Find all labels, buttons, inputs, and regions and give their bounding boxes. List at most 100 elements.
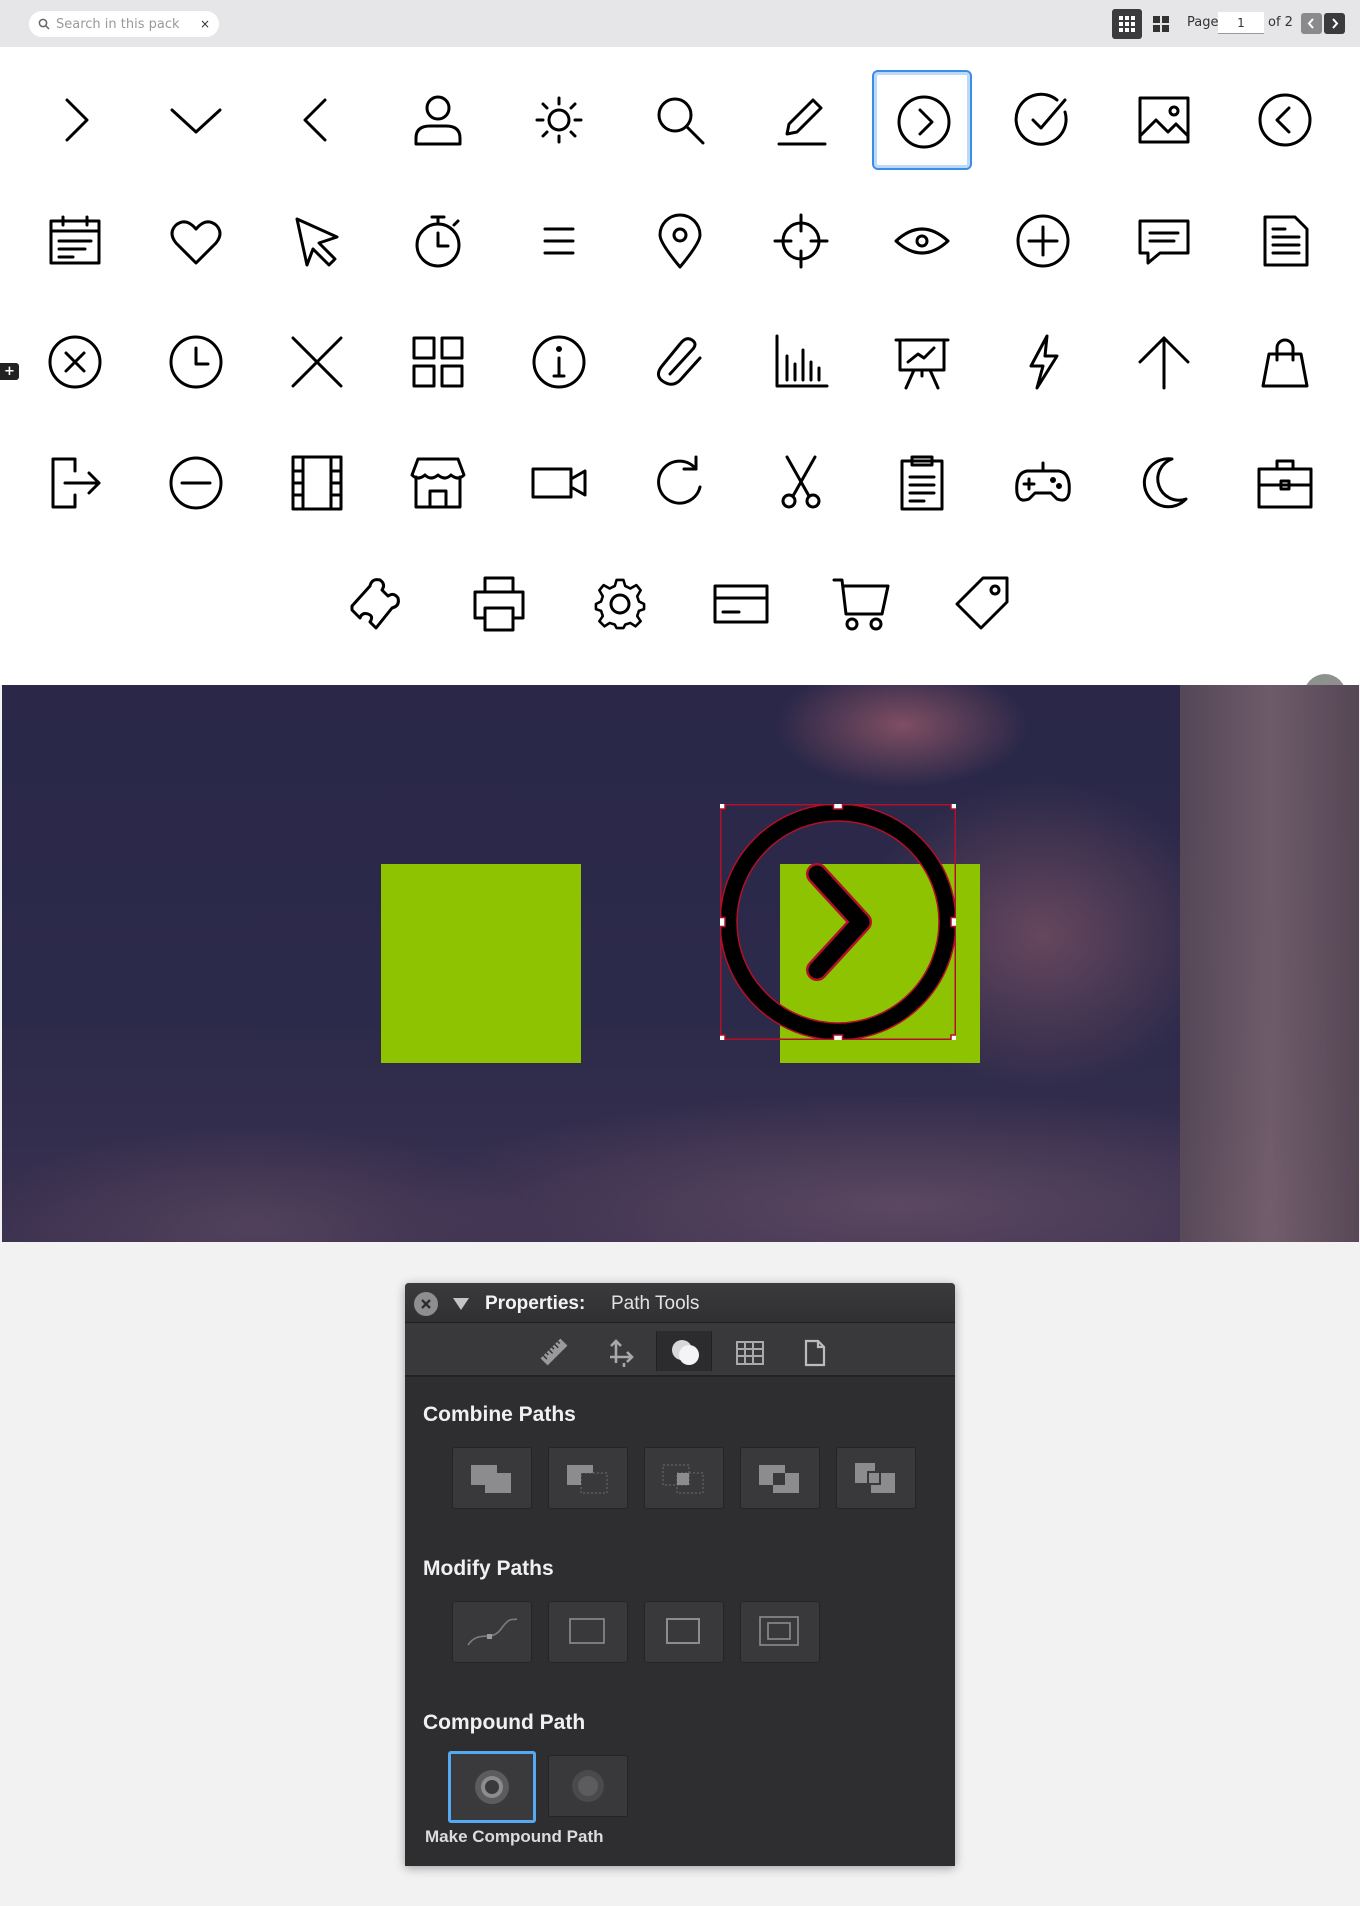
icon-tile-heart[interactable]	[146, 191, 246, 291]
logout-icon	[51, 457, 101, 509]
icon-tile-chevron-down[interactable]	[146, 70, 246, 170]
panel-close-button[interactable]	[414, 1292, 438, 1316]
combine-paths-heading: Combine Paths	[423, 1403, 576, 1426]
divide-button[interactable]	[836, 1447, 916, 1509]
icon-tile-clock[interactable]	[146, 312, 246, 412]
icon-tile-puzzle[interactable]	[328, 554, 428, 654]
icon-tile-sun[interactable]	[509, 70, 609, 170]
gear-icon	[594, 578, 645, 630]
icon-tile-info[interactable]	[509, 312, 609, 412]
icon-tile-map-pin[interactable]	[630, 191, 730, 291]
make-compound-path-button[interactable]	[448, 1751, 536, 1823]
icon-tile-shopping-cart[interactable]	[812, 554, 912, 654]
icon-tile-briefcase[interactable]	[1235, 433, 1335, 533]
briefcase-icon	[1257, 459, 1313, 509]
union-button[interactable]	[452, 1447, 532, 1509]
selected-circle-chevron-shape[interactable]	[720, 804, 956, 1040]
icon-tile-logout[interactable]	[25, 433, 125, 533]
subtract-icon	[567, 1465, 608, 1494]
add-tab-button[interactable]: +	[0, 363, 19, 380]
release-compound-path-button[interactable]	[548, 1755, 628, 1817]
icon-tile-printer[interactable]	[449, 554, 549, 654]
sun-icon	[535, 96, 583, 144]
expand-path-button[interactable]	[644, 1601, 724, 1663]
icon-tile-crosshair[interactable]	[751, 191, 851, 291]
prev-page-button[interactable]	[1301, 13, 1322, 34]
small-grid-view-button[interactable]	[1112, 9, 1142, 39]
nested-rectangle-icon	[759, 1616, 799, 1646]
icon-tile-clipboard[interactable]	[872, 433, 972, 533]
next-page-button[interactable]	[1324, 13, 1345, 34]
design-canvas[interactable]	[2, 685, 1359, 1242]
icon-tile-lightning[interactable]	[993, 312, 1093, 412]
ruler-icon	[540, 1338, 568, 1366]
icon-tile-search[interactable]	[630, 70, 730, 170]
stopwatch-icon	[415, 215, 461, 268]
chat-icon	[1138, 219, 1190, 265]
icon-tile-gamepad[interactable]	[993, 433, 1093, 533]
exclude-button[interactable]	[740, 1447, 820, 1509]
chevron-right-icon	[65, 98, 89, 142]
icon-tile-chat[interactable]	[1114, 191, 1214, 291]
icon-tile-refresh[interactable]	[630, 433, 730, 533]
icon-tile-paperclip[interactable]	[630, 312, 730, 412]
icon-tile-shopping-bag[interactable]	[1235, 312, 1335, 412]
outline-stroke-button[interactable]	[548, 1601, 628, 1663]
icon-tile-image[interactable]	[1114, 70, 1214, 170]
intersect-button[interactable]	[644, 1447, 724, 1509]
icon-tile-tag[interactable]	[933, 554, 1033, 654]
icon-tile-moon[interactable]	[1114, 433, 1214, 533]
search-input[interactable]	[56, 14, 196, 34]
icon-tile-stopwatch[interactable]	[388, 191, 488, 291]
icon-tile-video-camera[interactable]	[509, 433, 609, 533]
icon-tile-close[interactable]	[267, 312, 367, 412]
page-number-input[interactable]	[1218, 12, 1264, 34]
tab-path-tools[interactable]	[656, 1331, 712, 1371]
collapse-triangle-icon[interactable]	[453, 1298, 469, 1310]
tab-grid[interactable]	[721, 1331, 777, 1371]
user-icon	[414, 95, 462, 146]
clear-search-button[interactable]: ×	[197, 14, 213, 34]
smooth-path-button[interactable]	[452, 1601, 532, 1663]
icon-tile-circle-minus[interactable]	[146, 433, 246, 533]
icon-tile-store[interactable]	[388, 433, 488, 533]
icon-tile-menu[interactable]	[509, 191, 609, 291]
top-toolbar: × Page of 2	[0, 0, 1360, 47]
icon-tile-scissors[interactable]	[751, 433, 851, 533]
icon-tile-film[interactable]	[267, 433, 367, 533]
pencil-icon	[777, 98, 827, 146]
shopping-cart-icon	[832, 578, 889, 631]
search-icon	[657, 97, 705, 145]
icon-tile-arrow-up[interactable]	[1114, 312, 1214, 412]
icon-tile-pencil[interactable]	[751, 70, 851, 170]
icon-tile-bar-chart[interactable]	[751, 312, 851, 412]
icon-tile-grid[interactable]	[388, 312, 488, 412]
icon-tile-chevron-left[interactable]	[267, 70, 367, 170]
icon-tile-document[interactable]	[1235, 191, 1335, 291]
offset-path-button[interactable]	[740, 1601, 820, 1663]
icon-tile-circle-check[interactable]	[993, 70, 1093, 170]
large-grid-view-button[interactable]	[1146, 9, 1176, 39]
bar-chart-icon	[775, 334, 829, 388]
tab-document[interactable]	[786, 1331, 842, 1371]
icon-tile-user[interactable]	[388, 70, 488, 170]
tab-ruler[interactable]	[526, 1331, 582, 1371]
icon-tile-cursor[interactable]	[267, 191, 367, 291]
circle-check-icon	[1014, 92, 1068, 146]
green-rectangle-left[interactable]	[381, 864, 581, 1063]
icon-tile-eye[interactable]	[872, 191, 972, 291]
document-icon	[1263, 215, 1309, 267]
icon-tile-credit-card[interactable]	[691, 554, 791, 654]
icon-tile-circle-chevron-right[interactable]	[872, 70, 972, 170]
icon-tile-chevron-right[interactable]	[25, 70, 125, 170]
icon-tile-gear[interactable]	[570, 554, 670, 654]
tab-transform[interactable]	[591, 1331, 647, 1371]
icon-tile-circle-chevron-left[interactable]	[1235, 70, 1335, 170]
icon-tile-circle-plus[interactable]	[993, 191, 1093, 291]
scissors-icon	[781, 455, 821, 509]
icon-tile-calendar[interactable]	[25, 191, 125, 291]
icon-tile-circle-x[interactable]	[25, 312, 125, 412]
menu-icon	[543, 227, 575, 255]
subtract-button[interactable]	[548, 1447, 628, 1509]
icon-tile-presentation[interactable]	[872, 312, 972, 412]
